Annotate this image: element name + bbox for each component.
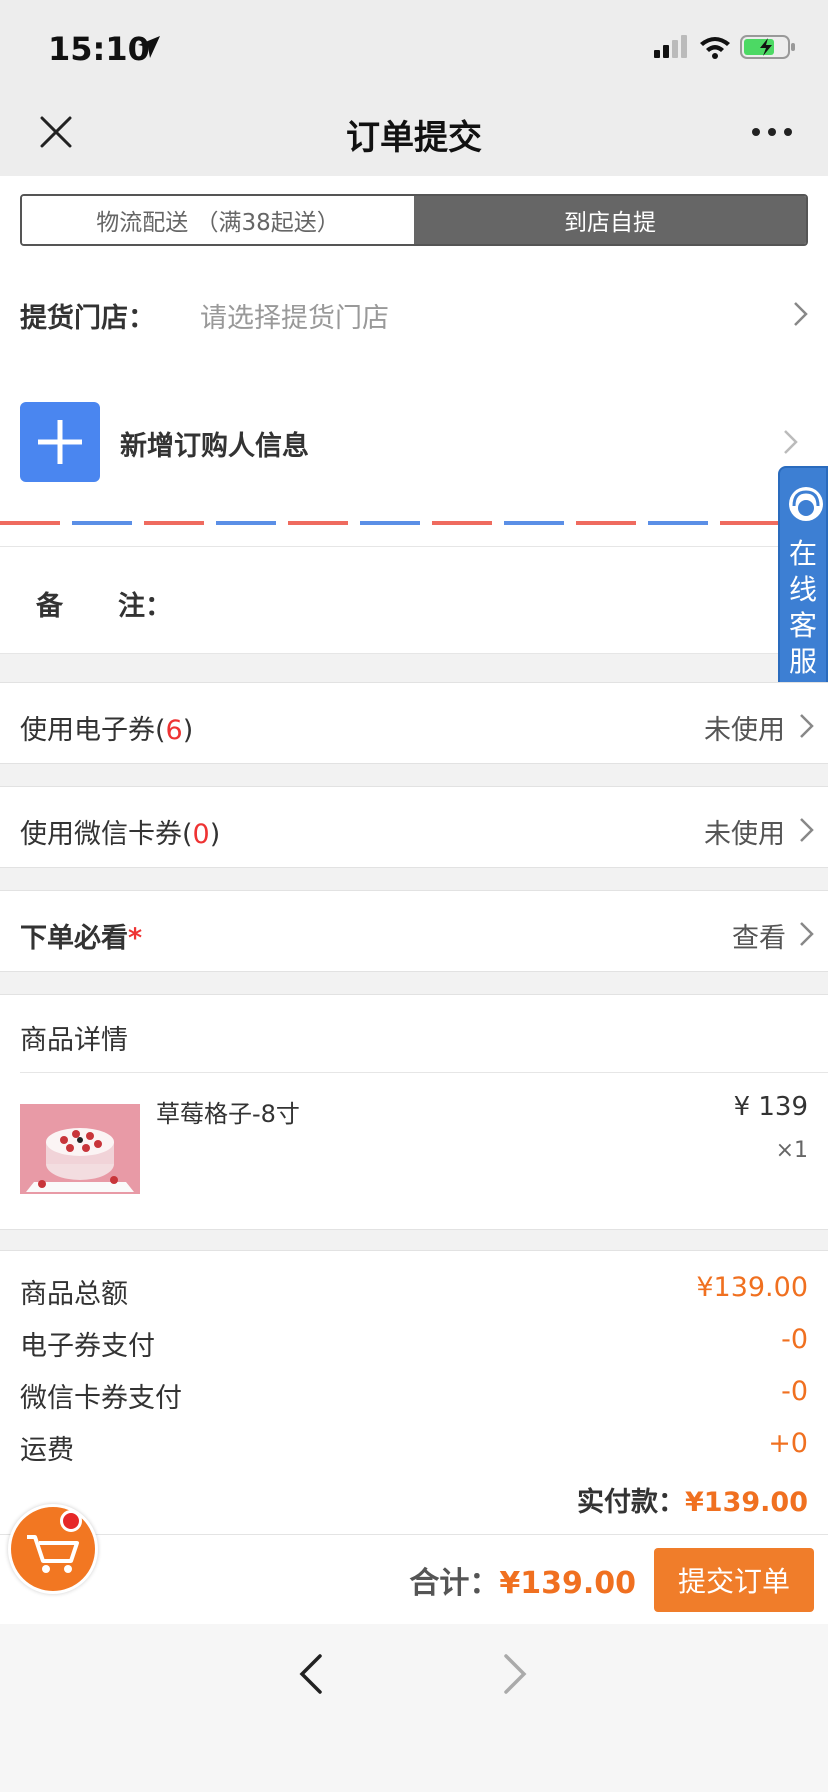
- amount-paid-value: ¥139.00: [685, 1487, 808, 1518]
- page-title: 订单提交: [346, 118, 482, 158]
- wechat-card-label: 使用微信卡券(0): [20, 812, 220, 851]
- notice-label: 下单必看*: [20, 916, 142, 955]
- location-arrow-icon: [138, 36, 160, 58]
- chevron-right-icon[interactable]: [798, 920, 816, 948]
- amount-paid-label: 实付款：: [577, 1487, 686, 1518]
- forward-arrow-icon[interactable]: [500, 1652, 530, 1696]
- coupon-status: 未使用: [704, 715, 785, 746]
- add-buyer-label[interactable]: 新增订购人信息: [120, 424, 309, 463]
- tab-store-pickup[interactable]: 到店自提: [414, 196, 806, 244]
- notice-action[interactable]: 查看: [732, 916, 786, 955]
- summary-value-shipping: +0: [768, 1428, 808, 1459]
- order-total: 合计：¥139.00: [380, 1558, 636, 1602]
- required-star: *: [128, 923, 143, 954]
- summary-value-coupon: -0: [781, 1324, 808, 1355]
- chevron-right-icon[interactable]: [782, 428, 800, 456]
- wechat-card-text: 使用微信卡券: [20, 819, 182, 850]
- wechat-card-status: 未使用: [704, 819, 785, 850]
- summary-label-wechat-card: 微信卡券支付: [20, 1383, 182, 1414]
- pickup-store-select[interactable]: 请选择提货门店: [200, 296, 389, 335]
- summary-label-coupon: 电子券支付: [20, 1331, 155, 1362]
- cart-button[interactable]: [8, 1504, 98, 1594]
- customer-service-label[interactable]: 在线客服: [786, 536, 820, 680]
- delivery-mode-selector: 物流配送 （满38起送） 到店自提: [20, 194, 808, 246]
- airmail-divider: [0, 520, 828, 526]
- status-time: 15:10: [48, 30, 150, 68]
- chevron-right-icon[interactable]: [798, 816, 816, 844]
- coupon-text: 使用电子券: [20, 715, 155, 746]
- order-total-value: ¥139.00: [499, 1566, 636, 1601]
- summary-value-subtotal: ¥139.00: [696, 1272, 808, 1303]
- coupon-count: 6: [165, 715, 183, 746]
- goods-title: 商品详情: [20, 1025, 128, 1056]
- cellular-signal-icon: [654, 35, 687, 58]
- summary-label-shipping: 运费: [20, 1435, 74, 1466]
- headset-icon: [789, 487, 823, 521]
- summary-label-subtotal: 商品总额: [20, 1279, 128, 1310]
- wechat-card-count: 0: [192, 819, 210, 850]
- wechat-card-paren-close: ): [209, 819, 221, 850]
- submit-order-button[interactable]: 提交订单: [654, 1548, 814, 1612]
- plus-icon: [38, 420, 82, 464]
- browser-toolbar: [0, 1624, 828, 1792]
- chevron-right-icon[interactable]: [798, 712, 816, 740]
- order-total-label: 合计：: [409, 1566, 500, 1601]
- add-buyer-button[interactable]: [20, 402, 100, 482]
- divider: [20, 1072, 828, 1073]
- notice-text: 下单必看: [20, 923, 128, 954]
- goods-item-name: 草莓格子-8寸: [156, 1100, 300, 1128]
- wifi-icon: [700, 37, 730, 59]
- cart-badge: [60, 1510, 82, 1532]
- goods-item-price: ¥ 139: [733, 1092, 808, 1122]
- coupon-label: 使用电子券(6): [20, 708, 193, 747]
- back-arrow-icon[interactable]: [296, 1652, 326, 1696]
- chevron-right-icon[interactable]: [792, 300, 810, 328]
- pickup-store-label: 提货门店：: [20, 303, 155, 334]
- summary-value-wechat-card: -0: [781, 1376, 808, 1407]
- more-options-icon[interactable]: [748, 118, 796, 146]
- coupon-paren-close: ): [182, 715, 194, 746]
- tab-logistics-delivery[interactable]: 物流配送 （满38起送）: [22, 196, 414, 244]
- battery-charging-icon: [740, 35, 795, 59]
- remark-label-b: 注：: [118, 591, 172, 622]
- goods-item-qty: ×1: [775, 1138, 808, 1163]
- cake-thumbnail[interactable]: [20, 1104, 140, 1194]
- shopping-cart-icon: [27, 1535, 79, 1573]
- coupon-paren-open: (: [155, 715, 166, 746]
- remark-label-a: 备: [36, 591, 63, 622]
- amount-paid: 实付款：¥139.00: [400, 1480, 808, 1519]
- wechat-card-paren-open: (: [182, 819, 193, 850]
